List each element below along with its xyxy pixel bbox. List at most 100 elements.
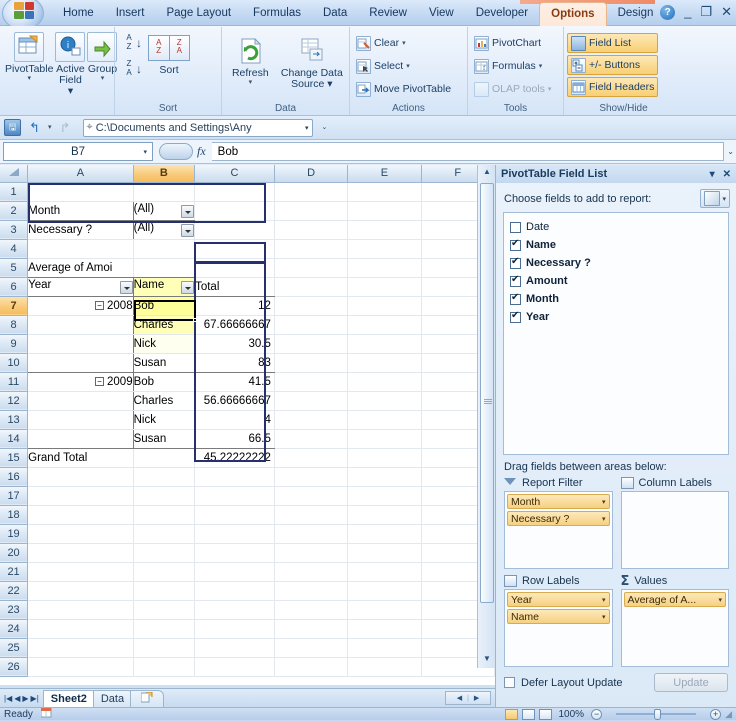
cell-b9[interactable]: Nick [133, 334, 196, 354]
olap-tools-button[interactable]: OLAP tools ▾ [471, 79, 554, 99]
row-header-26[interactable]: 26 [0, 657, 29, 677]
cell-d10[interactable] [274, 353, 349, 373]
field-item-date[interactable]: Date [510, 218, 728, 236]
update-button[interactable]: Update [654, 673, 728, 692]
pill-name[interactable]: Name ▾ [507, 609, 610, 624]
save-icon[interactable]: 🖫 [4, 119, 21, 136]
formula-action-buttons[interactable] [159, 143, 193, 160]
cell-b3[interactable]: (All) [133, 220, 196, 240]
cell-d2[interactable] [274, 201, 349, 221]
cell-d14[interactable] [274, 429, 349, 449]
select-button[interactable]: Select ▾ [353, 56, 454, 76]
cell-e22[interactable] [347, 581, 422, 601]
area-box-report-filter[interactable]: Month ▾ Necessary ? ▾ [504, 491, 613, 569]
row-header-22[interactable]: 22 [0, 581, 29, 601]
cell-e10[interactable] [347, 353, 422, 373]
cell-c19[interactable] [194, 524, 275, 544]
field-item-amount[interactable]: Amount [510, 272, 728, 290]
row-header-8[interactable]: 8 [0, 315, 29, 335]
redo-icon[interactable]: ↱ [57, 119, 74, 136]
cell-e14[interactable] [347, 429, 422, 449]
cell-a16[interactable] [27, 467, 134, 487]
cell-e23[interactable] [347, 600, 422, 620]
row-header-11[interactable]: 11 [0, 372, 29, 392]
cell-b1[interactable] [133, 182, 196, 202]
page-layout-view-button[interactable] [521, 708, 535, 720]
cell-a22[interactable] [27, 581, 134, 601]
cell-b18[interactable] [133, 505, 196, 525]
formula-expand-icon[interactable]: ⌄ [727, 147, 734, 156]
field-checkbox-year[interactable] [510, 310, 521, 323]
restore-button[interactable]: ❐ [700, 4, 712, 20]
tab-page-layout[interactable]: Page Layout [155, 0, 242, 26]
cell-d12[interactable] [274, 391, 349, 411]
tab-review[interactable]: Review [358, 0, 418, 26]
defer-layout-checkbox[interactable] [504, 677, 515, 688]
cell-b23[interactable] [133, 600, 196, 620]
cell-e9[interactable] [347, 334, 422, 354]
cell-d21[interactable] [274, 562, 349, 582]
row-header-14[interactable]: 14 [0, 429, 29, 449]
cell-c5[interactable] [194, 258, 275, 278]
zoom-slider[interactable] [606, 708, 706, 720]
cell-d26[interactable] [274, 657, 349, 677]
pill-month[interactable]: Month ▾ [507, 494, 610, 509]
cell-d24[interactable] [274, 619, 349, 639]
cell-e1[interactable] [347, 182, 422, 202]
row-header-1[interactable]: 1 [0, 182, 29, 202]
vertical-scroll-thumb[interactable] [480, 183, 494, 603]
cell-c24[interactable] [194, 619, 275, 639]
cell-d23[interactable] [274, 600, 349, 620]
collapse-2008-button[interactable]: − [95, 300, 105, 310]
hscroll-right-icon[interactable]: ▶ [474, 694, 479, 702]
field-list-layout-button[interactable]: ▾ [700, 189, 730, 208]
field-checkbox-necessary[interactable] [510, 256, 521, 269]
area-box-row-labels[interactable]: Year ▾ Name ▾ [504, 589, 613, 667]
row-header-2[interactable]: 2 [0, 201, 29, 221]
cell-e6[interactable] [347, 277, 422, 297]
cell-c3[interactable] [194, 220, 275, 240]
cell-c7[interactable]: 12 [194, 296, 275, 316]
chevron-down-icon[interactable]: ▾ [602, 498, 606, 506]
sheet-tab-data[interactable]: Data [92, 689, 135, 707]
cell-e5[interactable] [347, 258, 422, 278]
active-field-button[interactable]: i Active Field ▾ [55, 29, 86, 97]
cell-c4[interactable] [194, 239, 275, 259]
cell-a13[interactable] [27, 410, 134, 430]
cell-a6[interactable]: Year [27, 277, 134, 297]
row-header-6[interactable]: 6 [0, 277, 29, 297]
cell-a9[interactable] [27, 334, 134, 354]
cell-a8[interactable] [27, 315, 134, 335]
cell-b10[interactable]: Susan [133, 353, 196, 373]
cell-b21[interactable] [133, 562, 196, 582]
cell-a11[interactable]: −2009 [27, 372, 134, 392]
cell-e25[interactable] [347, 638, 422, 658]
field-checkbox-date[interactable] [510, 221, 521, 233]
zoom-out-button[interactable]: − [591, 708, 603, 720]
cell-d17[interactable] [274, 486, 349, 506]
refresh-button[interactable]: Refresh ▾ [225, 33, 276, 86]
cell-e17[interactable] [347, 486, 422, 506]
cell-b24[interactable] [133, 619, 196, 639]
plus-minus-buttons-toggle[interactable]: +/- Buttons [567, 55, 659, 75]
cell-b6[interactable]: Name [133, 277, 196, 297]
cell-c20[interactable] [194, 543, 275, 563]
tab-options[interactable]: Options [539, 1, 607, 27]
cell-c23[interactable] [194, 600, 275, 620]
cell-c1[interactable] [194, 182, 275, 202]
tab-design[interactable]: Design [607, 0, 665, 26]
formulas-button[interactable]: f Formulas ▾ [471, 56, 554, 76]
chevron-down-icon[interactable]: ▾ [602, 613, 606, 621]
chevron-down-icon[interactable]: ▾ [718, 596, 722, 604]
cell-a24[interactable] [27, 619, 134, 639]
cell-b8[interactable]: Charles [133, 315, 196, 335]
page-break-view-button[interactable] [538, 708, 552, 720]
cell-d3[interactable] [274, 220, 349, 240]
horizontal-scrollbar[interactable]: ◀ | ▶ [445, 691, 491, 705]
zoom-in-button[interactable]: + [710, 708, 722, 720]
filter-dropdown-icon[interactable] [181, 281, 194, 294]
cell-b15[interactable] [133, 448, 196, 468]
cell-b14[interactable]: Susan [133, 429, 196, 449]
cell-d25[interactable] [274, 638, 349, 658]
row-header-23[interactable]: 23 [0, 600, 29, 620]
